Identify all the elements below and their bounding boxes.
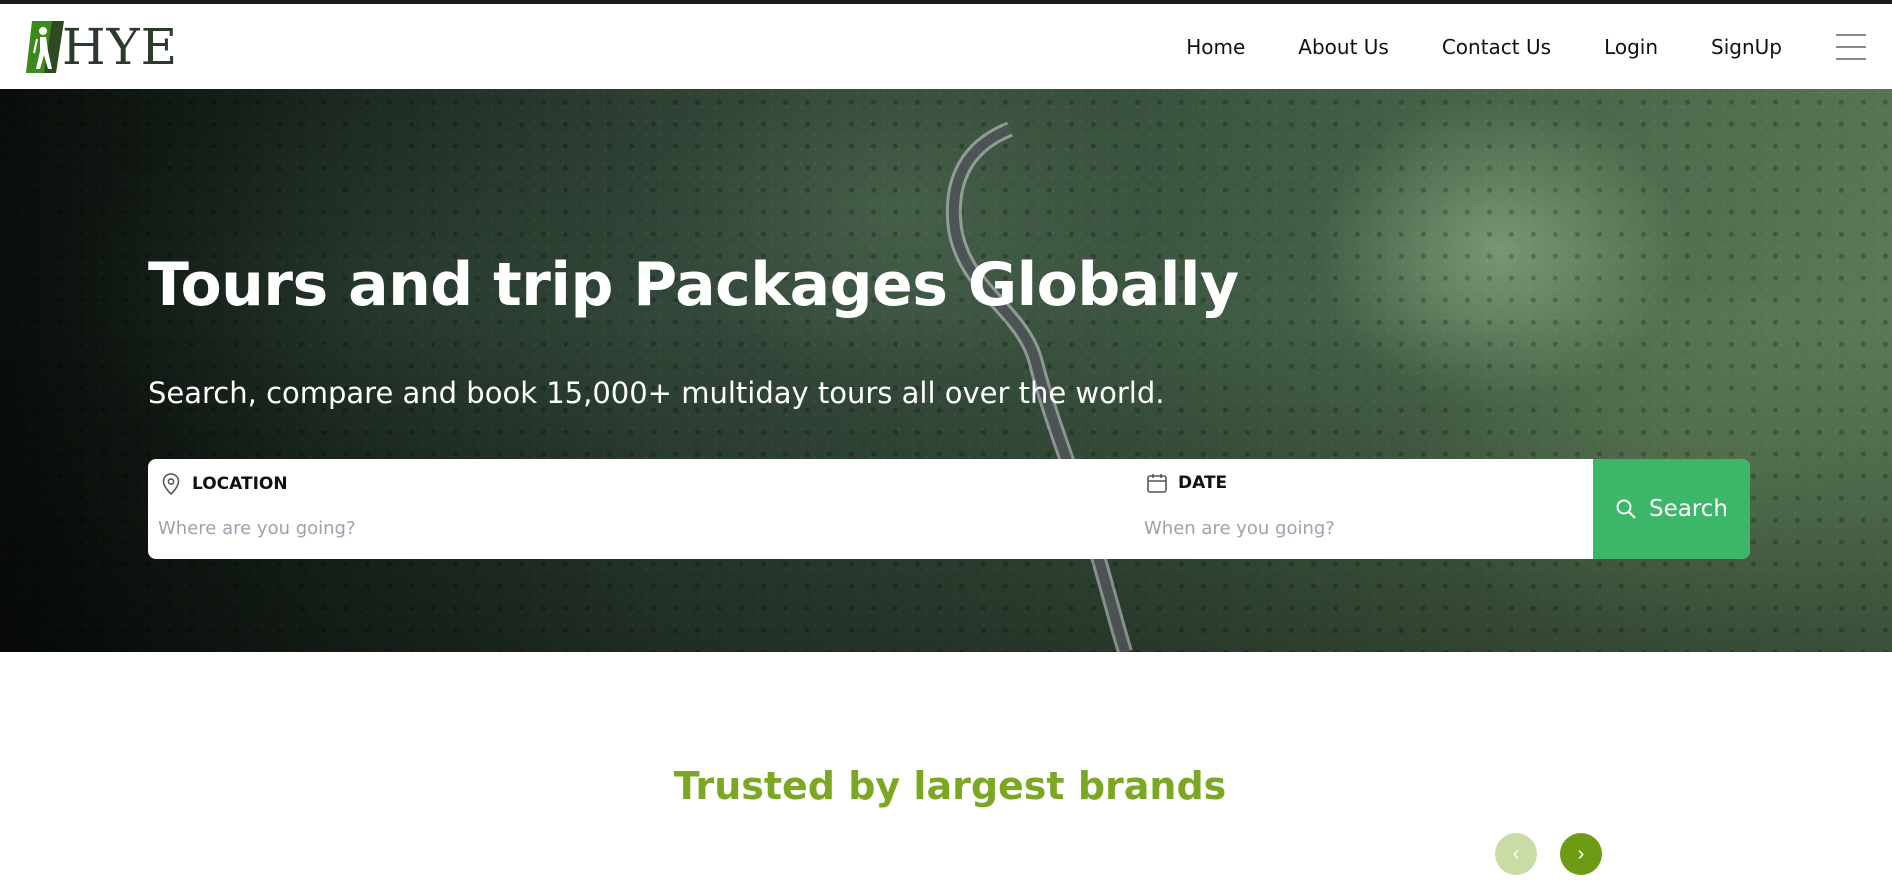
chevron-left-icon: ‹ [1512,842,1520,865]
nav-contact-link[interactable]: Contact Us [1442,35,1551,59]
date-label: DATE [1146,472,1227,494]
date-input[interactable] [1144,513,1564,543]
hiker-logo-icon [26,21,64,73]
search-icon [1616,499,1636,519]
logo[interactable]: HYE [26,16,178,78]
location-input[interactable] [158,513,578,543]
carousel-prev-button[interactable]: ‹ [1495,833,1537,875]
main-nav: Home About Us Contact Us Login SignUp [1133,4,1782,89]
nav-about-link[interactable]: About Us [1298,35,1389,59]
forest-road-image [945,121,1133,652]
location-field[interactable]: LOCATION [148,459,1134,559]
chevron-right-icon: › [1577,842,1585,865]
hamburger-menu-icon[interactable] [1836,34,1866,60]
logo-text: HYE [62,18,179,76]
search-bar: LOCATION DATE Search [148,459,1750,559]
site-header: HYE Home About Us Contact Us Login SignU… [0,4,1892,89]
nav-home-link[interactable]: Home [1186,35,1245,59]
menu-bar [1836,34,1866,36]
hero-subtitle: Search, compare and book 15,000+ multida… [148,376,1165,410]
menu-bar [1836,46,1866,48]
location-label-text: LOCATION [192,474,288,494]
nav-signup-link[interactable]: SignUp [1711,35,1782,59]
hero-banner: Tours and trip Packages Globally Search,… [0,89,1892,652]
search-button[interactable]: Search [1593,459,1750,559]
search-button-label: Search [1648,496,1729,522]
hero-title: Tours and trip Packages Globally [148,250,1239,320]
calendar-icon [1147,474,1167,493]
menu-bar [1836,58,1866,60]
nav-login-link[interactable]: Login [1604,35,1658,59]
carousel-next-button[interactable]: › [1560,833,1602,875]
location-label: LOCATION [160,472,288,496]
map-pin-icon [162,473,180,496]
date-label-text: DATE [1178,473,1228,493]
trusted-brands-title: Trusted by largest brands [673,764,1227,808]
date-field[interactable]: DATE [1134,459,1594,559]
